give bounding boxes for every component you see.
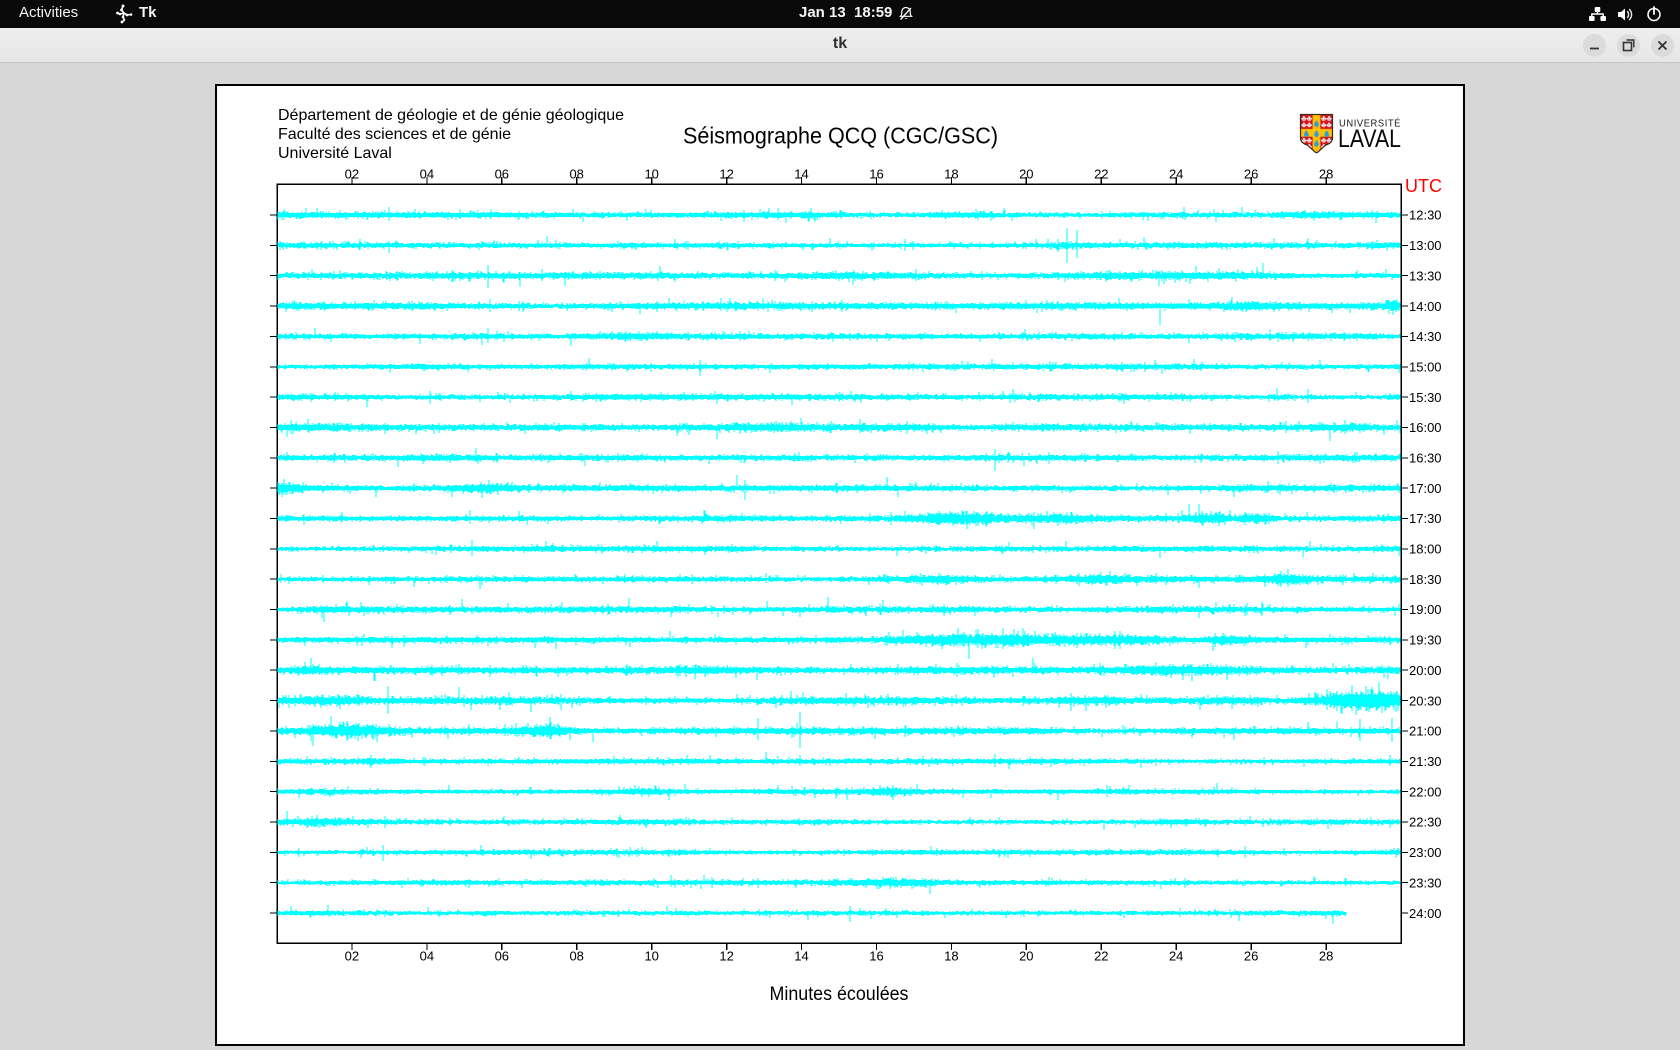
svg-text:18: 18 [944,166,958,181]
svg-text:24: 24 [1169,166,1183,181]
svg-text:Faculté des sciences et de gén: Faculté des sciences et de génie [278,126,511,143]
svg-text:LAVAL: LAVAL [1338,125,1401,153]
svg-text:12: 12 [719,166,733,181]
svg-text:26: 26 [1244,948,1258,963]
svg-text:19:30: 19:30 [1409,633,1442,648]
svg-text:08: 08 [569,166,583,181]
svg-text:14:30: 14:30 [1409,329,1442,344]
svg-text:20: 20 [1019,166,1033,181]
svg-text:28: 28 [1319,166,1333,181]
svg-text:24:00: 24:00 [1409,906,1442,921]
svg-text:Séismographe QCQ (CGC/GSC): Séismographe QCQ (CGC/GSC) [683,123,998,149]
svg-text:Minutes écoulées: Minutes écoulées [770,983,909,1005]
svg-text:19:00: 19:00 [1409,602,1442,617]
svg-text:04: 04 [420,948,434,963]
svg-text:10: 10 [644,948,658,963]
svg-text:UTC: UTC [1405,176,1442,196]
svg-text:22: 22 [1094,166,1108,181]
svg-text:24: 24 [1169,948,1183,963]
svg-text:22:30: 22:30 [1409,815,1442,830]
svg-text:26: 26 [1244,166,1258,181]
svg-text:12: 12 [719,948,733,963]
svg-text:08: 08 [569,948,583,963]
svg-text:18:00: 18:00 [1409,542,1442,557]
svg-text:16:00: 16:00 [1409,420,1442,435]
svg-text:23:30: 23:30 [1409,875,1442,890]
svg-text:15:30: 15:30 [1409,390,1442,405]
svg-text:Département de géologie et de: Département de géologie et de génie géol… [278,107,624,124]
svg-text:23:00: 23:00 [1409,845,1442,860]
svg-text:13:00: 13:00 [1409,238,1442,253]
svg-text:14: 14 [794,166,808,181]
svg-text:20: 20 [1019,948,1033,963]
svg-text:13:30: 13:30 [1409,268,1442,283]
svg-text:28: 28 [1319,948,1333,963]
svg-text:20:00: 20:00 [1409,663,1442,678]
svg-text:04: 04 [420,166,434,181]
svg-text:18:30: 18:30 [1409,572,1442,587]
svg-text:17:30: 17:30 [1409,511,1442,526]
svg-text:17:00: 17:00 [1409,481,1442,496]
svg-text:18: 18 [944,948,958,963]
svg-text:02: 02 [345,948,359,963]
svg-text:10: 10 [644,166,658,181]
svg-text:20:30: 20:30 [1409,693,1442,708]
svg-text:06: 06 [495,948,509,963]
svg-text:14: 14 [794,948,808,963]
svg-text:16: 16 [869,948,883,963]
svg-text:15:00: 15:00 [1409,359,1442,374]
svg-text:16: 16 [869,166,883,181]
svg-text:21:30: 21:30 [1409,754,1442,769]
svg-text:02: 02 [345,166,359,181]
svg-text:22:00: 22:00 [1409,784,1442,799]
svg-text:06: 06 [495,166,509,181]
svg-text:12:30: 12:30 [1409,208,1442,223]
svg-text:22: 22 [1094,948,1108,963]
svg-text:16:30: 16:30 [1409,451,1442,466]
svg-text:Université Laval: Université Laval [278,145,392,162]
svg-text:21:00: 21:00 [1409,724,1442,739]
svg-text:14:00: 14:00 [1409,299,1442,314]
